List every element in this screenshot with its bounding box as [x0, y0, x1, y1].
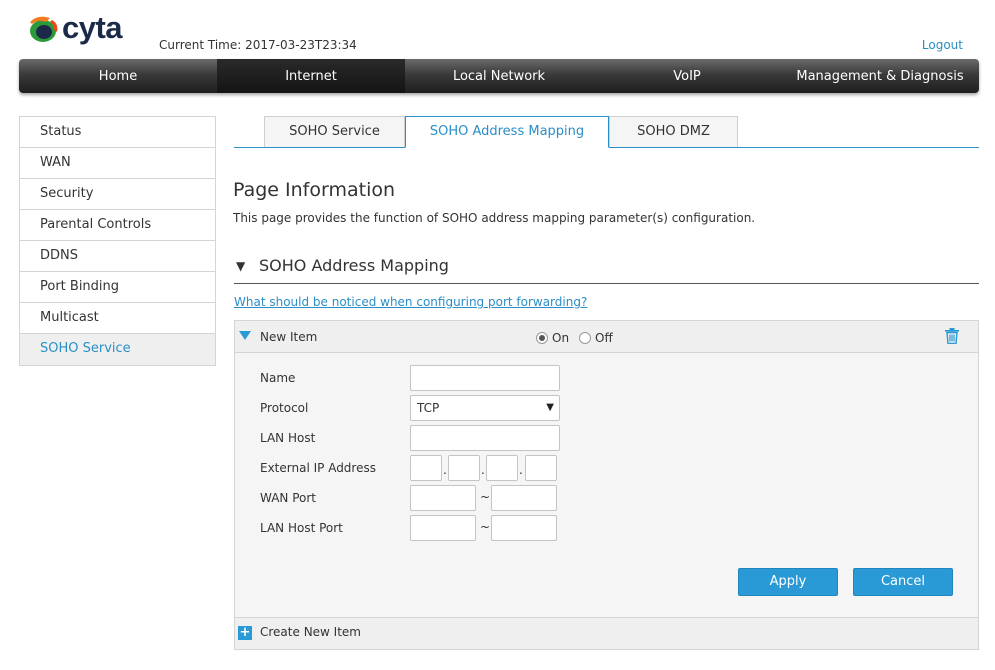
- nav-internet[interactable]: Internet: [217, 59, 405, 93]
- create-item-bar: + Create New Item: [235, 617, 978, 649]
- protocol-value: TCP: [417, 401, 440, 415]
- page-title: Page Information: [233, 179, 396, 201]
- apply-button[interactable]: Apply: [738, 568, 838, 596]
- wan-port-separator: ~: [480, 490, 491, 504]
- current-time-value: 2017-03-23T23:34: [245, 38, 357, 52]
- sidebar-item-wan[interactable]: WAN: [20, 148, 215, 179]
- radio-off-label: Off: [595, 331, 613, 345]
- dropdown-caret-icon: ▼: [546, 402, 554, 413]
- expand-triangle-icon[interactable]: [239, 331, 251, 340]
- lan-host-input[interactable]: [410, 425, 560, 451]
- cyta-logo-icon: [30, 16, 58, 42]
- protocol-select[interactable]: TCP ▼: [410, 395, 560, 421]
- sidebar-item-ddns[interactable]: DDNS: [20, 241, 215, 272]
- trash-icon[interactable]: [945, 328, 959, 344]
- top-navigation: Home Internet Local Network VoIP Managem…: [19, 59, 979, 93]
- nav-management-diagnosis[interactable]: Management & Diagnosis: [781, 59, 979, 93]
- sidebar-item-soho-service[interactable]: SOHO Service: [20, 334, 215, 365]
- name-input[interactable]: [410, 365, 560, 391]
- sidebar-item-multicast[interactable]: Multicast: [20, 303, 215, 334]
- sidebar: Status WAN Security Parental Controls DD…: [19, 116, 216, 366]
- external-ip-label: External IP Address: [260, 461, 376, 475]
- protocol-label: Protocol: [260, 401, 309, 415]
- sidebar-item-port-binding[interactable]: Port Binding: [20, 272, 215, 303]
- item-header: New Item On Off: [235, 321, 978, 353]
- tab-bar: SOHO Service SOHO Address Mapping SOHO D…: [234, 116, 979, 148]
- tab-soho-service[interactable]: SOHO Service: [264, 116, 405, 147]
- collapse-arrow-icon[interactable]: ▼: [236, 259, 245, 273]
- item-title: New Item: [260, 330, 318, 344]
- lan-host-port-separator: ~: [480, 520, 491, 534]
- wan-port-label: WAN Port: [260, 491, 316, 505]
- plus-icon[interactable]: +: [238, 626, 252, 640]
- mapping-item-panel: New Item On Off Name Protocol TCP ▼ LAN …: [234, 320, 979, 650]
- radio-on[interactable]: On: [536, 331, 569, 345]
- external-ip-octet-4[interactable]: [525, 455, 557, 481]
- cyta-logo-text: cyta: [62, 10, 123, 45]
- sidebar-item-security[interactable]: Security: [20, 179, 215, 210]
- external-ip-octet-1[interactable]: [410, 455, 442, 481]
- lan-host-label: LAN Host: [260, 431, 316, 445]
- sidebar-item-status[interactable]: Status: [20, 117, 215, 148]
- external-ip-octet-2[interactable]: [448, 455, 480, 481]
- tab-soho-dmz[interactable]: SOHO DMZ: [609, 116, 738, 147]
- lan-host-port-end-input[interactable]: [491, 515, 557, 541]
- lan-host-port-start-input[interactable]: [410, 515, 476, 541]
- current-time-label: Current Time:: [159, 38, 242, 52]
- nav-local-network[interactable]: Local Network: [405, 59, 593, 93]
- ip-dot-2: .: [481, 463, 485, 477]
- lan-host-port-label: LAN Host Port: [260, 521, 343, 535]
- wan-port-end-input[interactable]: [491, 485, 557, 511]
- section-header[interactable]: ▼ SOHO Address Mapping: [234, 255, 979, 284]
- radio-on-label: On: [552, 331, 570, 345]
- nav-voip[interactable]: VoIP: [593, 59, 781, 93]
- cyta-logo: cyta: [26, 10, 126, 48]
- section-title: SOHO Address Mapping: [259, 256, 449, 275]
- tab-soho-address-mapping[interactable]: SOHO Address Mapping: [405, 116, 609, 148]
- logout-link[interactable]: Logout: [922, 38, 963, 52]
- wan-port-start-input[interactable]: [410, 485, 476, 511]
- cancel-button[interactable]: Cancel: [853, 568, 953, 596]
- nav-home[interactable]: Home: [19, 59, 217, 93]
- radio-on-circle[interactable]: [536, 332, 548, 344]
- page-description: This page provides the function of SOHO …: [233, 211, 756, 225]
- port-forwarding-help-link[interactable]: What should be noticed when configuring …: [234, 295, 587, 309]
- ip-dot-1: .: [443, 463, 447, 477]
- radio-off[interactable]: Off: [579, 331, 613, 345]
- create-new-item-link[interactable]: Create New Item: [260, 625, 361, 639]
- sidebar-item-parental-controls[interactable]: Parental Controls: [20, 210, 215, 241]
- external-ip-octet-3[interactable]: [486, 455, 518, 481]
- ip-dot-3: .: [519, 463, 523, 477]
- name-label: Name: [260, 371, 296, 385]
- current-time: Current Time: 2017-03-23T23:34: [159, 38, 357, 52]
- radio-off-circle[interactable]: [579, 332, 591, 344]
